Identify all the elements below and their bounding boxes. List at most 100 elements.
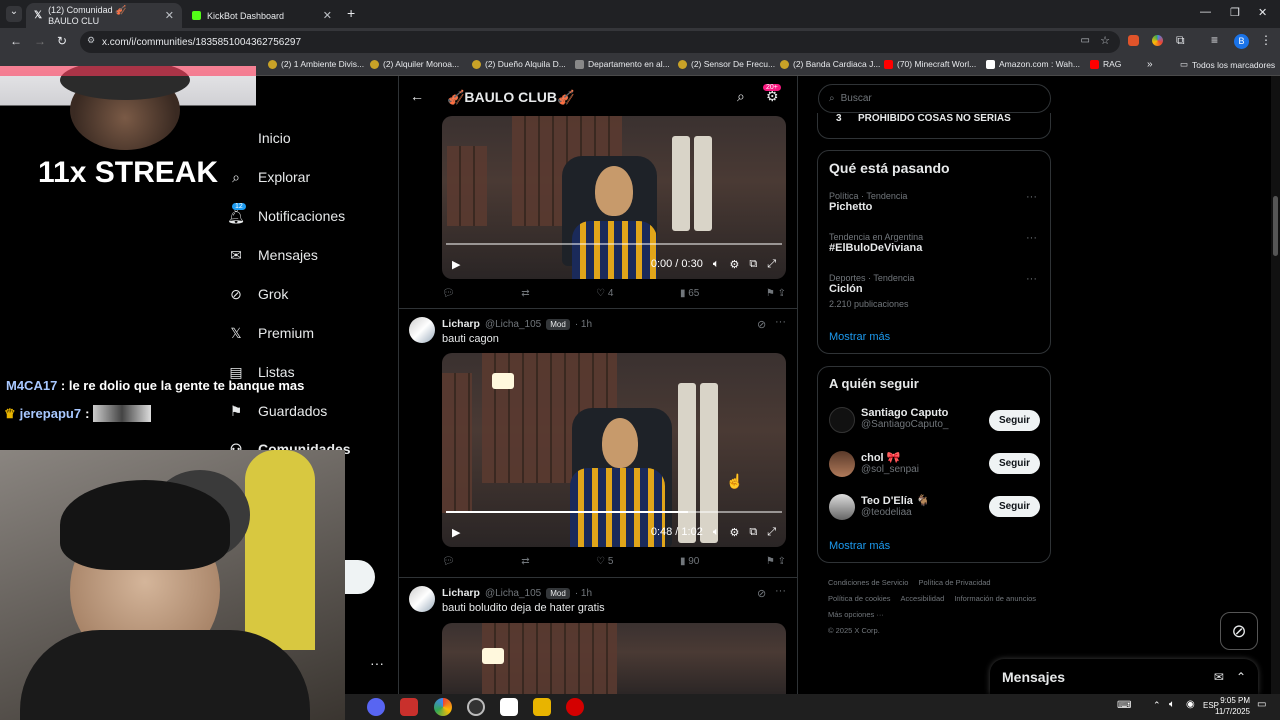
grok-button[interactable]: ⊘	[1220, 612, 1258, 650]
bookmark-icon[interactable]: ⚑ ⇪	[766, 288, 786, 299]
keyboard-icon[interactable]: ⌨	[1117, 700, 1131, 711]
views-count[interactable]: ▮ 90	[680, 556, 699, 567]
bookmark-item[interactable]: (2) Sensor De Frecu...	[678, 59, 775, 69]
more-icon[interactable]: ···	[1026, 191, 1037, 203]
tray-chevron-icon[interactable]: ⌃	[1153, 700, 1161, 711]
maximize-icon[interactable]: ❐	[1230, 6, 1240, 19]
play-icon[interactable]: ▶	[452, 526, 460, 539]
opera-icon[interactable]	[566, 698, 584, 716]
bookmark-item[interactable]: RAG	[1090, 59, 1121, 69]
footer-link[interactable]: Condiciones de Servicio	[828, 577, 908, 589]
menu-kebab-icon[interactable]: ⋮	[1260, 33, 1272, 47]
like-button[interactable]: ♡ 5	[596, 556, 613, 567]
media-controls-icon[interactable]: ≡	[1211, 33, 1218, 47]
pip-icon[interactable]: ⧉	[749, 526, 757, 539]
bookmarks-folder[interactable]: ▭ Todos los marcadores	[1180, 59, 1275, 70]
obs-icon[interactable]	[467, 698, 485, 716]
search-icon[interactable]: ⌕	[737, 88, 745, 105]
new-message-icon[interactable]: ✉	[1214, 670, 1224, 684]
video-player[interactable]: ▶ 0:48 / 1:02 🔈︎ ⚙ ⧉ ⤢	[442, 353, 786, 547]
fullscreen-icon[interactable]: ⤢	[767, 258, 776, 271]
close-window-icon[interactable]: ✕	[1258, 6, 1267, 19]
trend-item[interactable]: Política · Tendencia Pichetto	[829, 191, 907, 213]
avatar[interactable]	[829, 407, 855, 433]
footer-link[interactable]: Accesibilidad	[901, 593, 945, 605]
grok-icon[interactable]: ⊘	[757, 318, 766, 331]
volume-icon[interactable]: 🔈︎	[1169, 699, 1175, 710]
scrollbar[interactable]	[1271, 76, 1280, 694]
footer-link[interactable]: Política de cookies	[828, 593, 891, 605]
play-icon[interactable]: ▶	[452, 258, 460, 271]
tab-close-icon[interactable]: ✕	[165, 9, 174, 22]
reply-icon[interactable]: 💬︎	[442, 288, 455, 299]
like-button[interactable]: ♡ 4	[596, 288, 613, 299]
trend-item[interactable]: Deportes · Tendencia Ciclón 2.210 public…	[829, 273, 914, 309]
video-progress-bar[interactable]	[446, 243, 782, 245]
reply-icon[interactable]: 💬︎	[442, 556, 455, 567]
follow-user[interactable]: Teo D'Elía 🐐 @teodeliaa	[861, 494, 930, 518]
tab-comunidad[interactable]: 𝕏 (12) Comunidad 🎻 BAULO CLU ✕	[26, 3, 182, 28]
volume-icon[interactable]: 🔈︎	[713, 526, 720, 539]
extension-color-icon[interactable]	[1152, 35, 1163, 46]
bookmark-item[interactable]: (2) Alquiler Monoa...	[370, 59, 459, 69]
folder-icon[interactable]	[533, 698, 551, 716]
avatar[interactable]	[409, 317, 435, 343]
url-field[interactable]: ⚙ x.com/i/communities/183585100436275629…	[80, 31, 1120, 53]
nav-explore[interactable]: ⌕ Explorar	[228, 169, 310, 186]
volume-icon[interactable]: 🔈︎	[713, 258, 720, 271]
video-player[interactable]	[442, 623, 786, 696]
follow-button[interactable]: Seguir	[989, 410, 1040, 431]
more-icon[interactable]: ···	[775, 585, 786, 597]
follow-button[interactable]: Seguir	[989, 453, 1040, 474]
chevron-up-icon[interactable]: ⌃	[1236, 670, 1246, 684]
post-handle[interactable]: @Licha_105	[485, 588, 541, 599]
pip-icon[interactable]: ⧉	[749, 258, 757, 271]
views-count[interactable]: ▮ 65	[680, 288, 699, 299]
post-author[interactable]: Licharp	[442, 587, 480, 599]
retweet-icon[interactable]: ⇄	[521, 556, 529, 567]
footer-link[interactable]: Más opciones ···	[828, 609, 884, 621]
cast-icon[interactable]: ▭	[1081, 35, 1090, 46]
app-icon[interactable]	[500, 698, 518, 716]
new-tab-plus-icon[interactable]: +	[347, 5, 355, 21]
follow-button[interactable]: Seguir	[989, 496, 1040, 517]
more-icon[interactable]: ···	[1026, 232, 1037, 244]
messages-drawer[interactable]: Mensajes ✉ ⌃	[990, 659, 1258, 694]
avatar[interactable]	[829, 494, 855, 520]
grok-icon[interactable]: ⊘	[757, 587, 766, 600]
retweet-icon[interactable]: ⇄	[521, 288, 529, 299]
bookmarks-overflow-icon[interactable]: »	[1147, 59, 1153, 70]
discord-icon[interactable]	[367, 698, 385, 716]
chrome-icon[interactable]	[434, 698, 452, 716]
app-icon[interactable]	[400, 698, 418, 716]
trend-item[interactable]: Tendencia en Argentina #ElBuloDeViviana	[829, 232, 923, 254]
nav-grok[interactable]: ⊘ Grok	[228, 286, 288, 303]
settings-icon[interactable]: ⚙	[729, 258, 739, 271]
extensions-puzzle-icon[interactable]: ⧉	[1176, 33, 1185, 48]
fullscreen-icon[interactable]: ⤢	[767, 526, 776, 539]
back-arrow-icon[interactable]: ←	[410, 88, 424, 104]
show-more-link[interactable]: Mostrar más	[829, 331, 890, 343]
network-icon[interactable]: ◉	[1186, 699, 1195, 710]
bookmark-icon[interactable]: ⚑ ⇪	[766, 556, 786, 567]
avatar[interactable]	[829, 451, 855, 477]
more-icon[interactable]: ···	[775, 316, 786, 328]
tab-search-icon[interactable]: ⌄	[6, 6, 22, 22]
more-icon[interactable]: ···	[1026, 273, 1037, 285]
nav-notifications[interactable]: 🔔︎ 12 Notificaciones	[227, 203, 345, 224]
post-handle[interactable]: @Licha_105	[485, 319, 541, 330]
notification-center-icon[interactable]: ▭	[1257, 699, 1266, 710]
follow-user[interactable]: chol 🎀 @sol_senpai	[861, 451, 919, 475]
back-arrow-icon[interactable]: ←	[10, 34, 22, 48]
follow-user[interactable]: Santiago Caputo @SantiagoCaputo_	[861, 407, 948, 430]
account-more-icon[interactable]: ···	[370, 655, 384, 671]
forward-arrow-icon[interactable]: →	[34, 34, 46, 48]
extension-icon[interactable]	[1128, 35, 1139, 46]
reload-icon[interactable]: ↻	[57, 34, 67, 48]
video-progress-bar[interactable]	[446, 511, 782, 513]
nav-bookmarks[interactable]: ⚑ Guardados	[228, 403, 328, 420]
tab-kickbot[interactable]: KickBot Dashboard ✕	[184, 3, 340, 28]
avatar[interactable]	[409, 586, 435, 612]
show-more-link[interactable]: Mostrar más	[829, 540, 890, 552]
bookmark-item[interactable]: Departamento en al...	[575, 59, 670, 69]
